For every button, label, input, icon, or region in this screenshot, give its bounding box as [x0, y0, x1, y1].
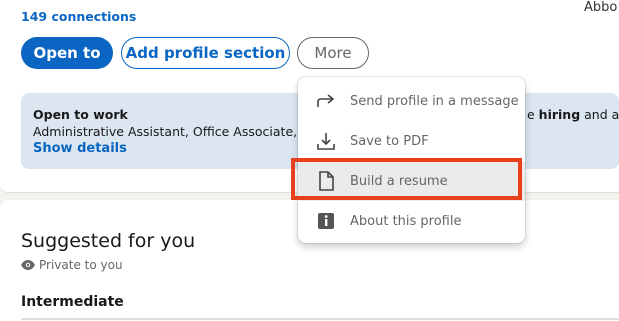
- more-button[interactable]: More: [297, 37, 369, 69]
- document-icon: [315, 170, 337, 192]
- menu-item-build-resume[interactable]: Build a resume: [298, 161, 525, 201]
- open-to-work-description: Administrative Assistant, Office Associa…: [33, 124, 298, 139]
- hiring-bold: hiring: [538, 107, 581, 122]
- share-arrow-icon: [315, 90, 337, 112]
- connections-link[interactable]: 149 connections: [21, 9, 136, 24]
- level-divider: [21, 318, 619, 320]
- eye-icon: [21, 260, 35, 270]
- menu-item-label: Save to PDF: [350, 133, 429, 149]
- top-right-text: Abbo: [584, 0, 618, 15]
- menu-item-about-profile[interactable]: About this profile: [298, 201, 525, 241]
- more-dropdown-menu: Send profile in a message Save to PDF Bu…: [298, 77, 525, 243]
- menu-item-label: Build a resume: [350, 173, 448, 189]
- level-label: Intermediate: [21, 294, 124, 310]
- info-icon: [315, 210, 337, 232]
- open-to-button[interactable]: Open to: [21, 37, 113, 69]
- private-to-you: Private to you: [21, 258, 123, 272]
- show-details-link[interactable]: Show details: [33, 141, 127, 156]
- menu-item-save-pdf[interactable]: Save to PDF: [298, 121, 525, 161]
- add-profile-section-button[interactable]: Add profile section: [121, 37, 290, 69]
- menu-item-send-profile[interactable]: Send profile in a message: [298, 81, 525, 121]
- hiring-text: e hiring and attr: [527, 107, 619, 122]
- open-to-work-title: Open to work: [33, 107, 128, 122]
- menu-item-label: About this profile: [350, 213, 462, 229]
- suggested-title: Suggested for you: [21, 230, 196, 252]
- download-icon: [315, 130, 337, 152]
- private-label: Private to you: [39, 258, 123, 272]
- hiring-prefix: e: [527, 107, 539, 122]
- hiring-suffix: and attr: [584, 107, 619, 122]
- menu-item-label: Send profile in a message: [350, 93, 519, 109]
